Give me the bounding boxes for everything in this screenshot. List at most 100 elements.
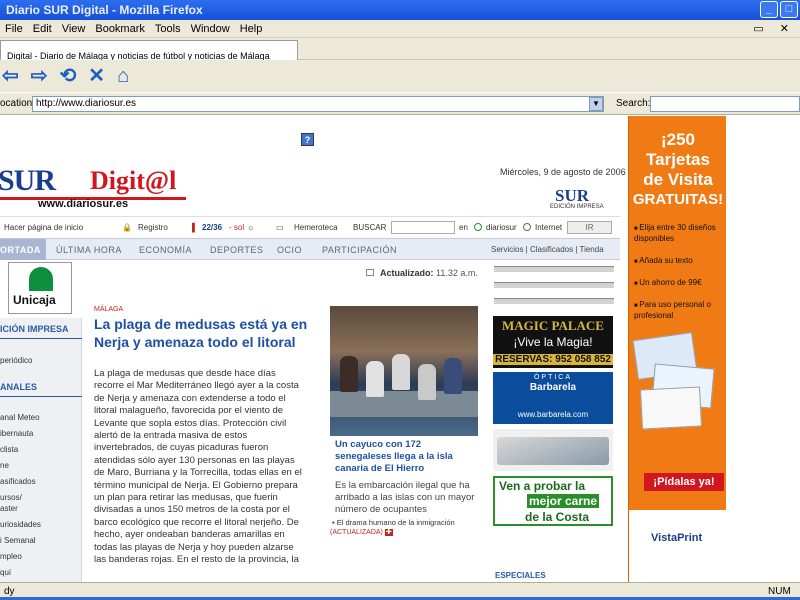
back-icon[interactable]: ⇦ bbox=[2, 66, 19, 86]
vistaprint-logo-area: VistaPrint bbox=[629, 510, 727, 582]
home-page-link[interactable]: Hacer página de inicio bbox=[4, 223, 83, 232]
services-links[interactable]: Servicios | Clasificados | Tienda bbox=[491, 245, 604, 254]
window-titlebar: Diario SUR Digital - Mozilla Firefox _ □ bbox=[0, 0, 800, 20]
registro-link[interactable]: Registro bbox=[138, 223, 168, 232]
sidebar-item[interactable]: ursos/ bbox=[0, 493, 22, 502]
page-content: ? SUR Digit@l www.diariosur.es Miércoles… bbox=[0, 116, 800, 582]
placeholder-bar bbox=[494, 298, 614, 304]
menu-view[interactable]: View bbox=[57, 23, 91, 35]
menu-file[interactable]: File bbox=[0, 23, 28, 35]
cayuco-photo[interactable] bbox=[330, 306, 478, 436]
person-shape bbox=[366, 361, 384, 397]
en-label: en bbox=[459, 223, 468, 232]
nav-participacion[interactable]: PARTICIPACIÓN bbox=[322, 245, 397, 255]
site-logo[interactable]: SUR Digit@l www.diariosur.es bbox=[0, 164, 200, 210]
carne-line3: de la Costa bbox=[525, 510, 590, 524]
weather-text: - sol bbox=[229, 223, 245, 232]
banner-line2: Tarjetas bbox=[646, 150, 710, 169]
desk-image bbox=[497, 437, 609, 465]
ad-placeholder-bars bbox=[494, 266, 614, 314]
article-section[interactable]: MÁLAGA bbox=[94, 306, 123, 313]
reload-icon[interactable]: ⟲ bbox=[60, 66, 77, 86]
diariosur-label: diariosur bbox=[486, 223, 517, 232]
barbarela-ad[interactable]: ÓPTICA Barbarela www.barbarela.com bbox=[493, 372, 613, 424]
forward-icon[interactable]: ⇨ bbox=[31, 66, 48, 86]
temperature: 22/36 bbox=[202, 223, 223, 232]
sidebar-item[interactable]: mpleo bbox=[0, 552, 22, 561]
sidebar-item[interactable]: ibernauta bbox=[0, 429, 33, 438]
location-label: ocation: bbox=[0, 98, 36, 109]
nav-ocio[interactable]: OCIO bbox=[277, 245, 302, 255]
sidebar-item[interactable]: anal Meteo bbox=[0, 413, 40, 422]
sidebar-item[interactable]: asificados bbox=[0, 477, 36, 486]
close-icon[interactable]: ✕ bbox=[775, 22, 794, 35]
updated-label: Actualizado: bbox=[380, 268, 434, 278]
site-search-input[interactable] bbox=[391, 221, 455, 234]
furniture-ad[interactable] bbox=[493, 429, 613, 471]
sidebar-item[interactable]: clista bbox=[0, 445, 18, 454]
magic-phone: RESERVAS: 952 058 852 bbox=[493, 354, 613, 365]
url-dropdown-icon[interactable]: ▼ bbox=[589, 97, 603, 111]
buscar-label: BUSCAR bbox=[353, 223, 387, 232]
second-headline[interactable]: Un cayuco con 172 senegaleses llega a la… bbox=[335, 439, 475, 475]
ir-button[interactable]: IR bbox=[567, 221, 612, 234]
restore-icon[interactable]: ▭ bbox=[748, 22, 768, 35]
menu-help[interactable]: Help bbox=[235, 23, 268, 35]
hemeroteca-link[interactable]: Hemeroteca bbox=[294, 223, 338, 232]
carne-ad[interactable]: Ven a probar la mejor carne de la Costa bbox=[493, 476, 613, 526]
related-link[interactable]: ▪ El drama humano de la inmigración bbox=[332, 518, 478, 527]
person-shape bbox=[444, 358, 462, 394]
sidebar-item[interactable]: i Semanal bbox=[0, 536, 36, 545]
vistaprint-banner[interactable]: ¡250 Tarjetas de Visita GRATUITAS! Elija… bbox=[628, 116, 727, 582]
menu-tools[interactable]: Tools bbox=[150, 23, 186, 35]
menu-bookmark[interactable]: Bookmark bbox=[90, 23, 150, 35]
magic-palace-ad[interactable]: MAGIC PALACE ¡Vive la Magia! RESERVAS: 9… bbox=[493, 316, 613, 368]
unicaja-ad[interactable]: Unicaja bbox=[8, 262, 72, 314]
article-headline[interactable]: La plaga de medusas está ya en Nerja y a… bbox=[94, 315, 314, 351]
nav-deportes[interactable]: DEPORTES bbox=[210, 245, 263, 255]
menu-window[interactable]: Window bbox=[186, 23, 235, 35]
banner-gratuitas: GRATUITAS! bbox=[632, 191, 724, 208]
banner-bullet: Elija entre 30 diseños disponibles bbox=[634, 223, 724, 244]
pidalas-button[interactable]: ¡Pídalas ya! bbox=[644, 473, 724, 491]
sur-print-logo[interactable]: SUR bbox=[555, 186, 589, 206]
nav-portada[interactable]: ORTADA bbox=[0, 239, 46, 260]
home-icon[interactable]: ⌂ bbox=[117, 66, 129, 86]
sidebar-item[interactable]: aster bbox=[0, 504, 18, 513]
placeholder-bar bbox=[494, 282, 614, 288]
sidebar-item[interactable]: ne bbox=[0, 461, 9, 470]
minimize-button[interactable]: _ bbox=[760, 1, 778, 18]
especiales-heading[interactable]: ESPECIALES bbox=[495, 571, 546, 580]
magic-title: MAGIC PALACE bbox=[502, 318, 604, 333]
nav-economia[interactable]: ECONOMÍA bbox=[139, 245, 192, 255]
search-input[interactable] bbox=[650, 96, 800, 112]
sidebar-item[interactable]: quí bbox=[0, 568, 11, 577]
updated-time: 11.32 a.m. bbox=[436, 268, 478, 278]
menu-bar: File Edit View Bookmark Tools Window Hel… bbox=[0, 20, 800, 38]
radio-diariosur[interactable] bbox=[474, 223, 482, 231]
banner-bullet: Un ahorro de 99€ bbox=[634, 278, 724, 289]
clock-icon bbox=[366, 269, 374, 276]
business-cards-image bbox=[632, 332, 723, 431]
maximize-button[interactable]: □ bbox=[780, 1, 798, 18]
sidebar-section-edicion: ICIÓN IMPRESA bbox=[0, 324, 82, 339]
url-input[interactable]: http://www.diariosur.es bbox=[32, 96, 604, 112]
menu-edit[interactable]: Edit bbox=[28, 23, 57, 35]
magic-slogan: ¡Vive la Magia! bbox=[513, 335, 593, 349]
window-title: Diario SUR Digital - Mozilla Firefox bbox=[6, 3, 203, 17]
banner-bullet: Añada su texto bbox=[634, 256, 724, 267]
edicion-impresa-label[interactable]: EDICIÓN IMPRESA bbox=[550, 204, 604, 210]
radio-internet[interactable] bbox=[523, 223, 531, 231]
flag-icon: ✚ bbox=[384, 529, 393, 536]
hemeroteca-icon: ▭ bbox=[276, 223, 284, 232]
browser-tab[interactable]: Digital - Diario de Málaga y noticias de… bbox=[0, 40, 298, 60]
barbarela-name: Barbarela bbox=[529, 382, 577, 393]
person-shape bbox=[340, 356, 358, 392]
plugin-icon[interactable]: ? bbox=[301, 133, 314, 146]
left-sidebar: ICIÓN IMPRESA periódico ANALES anal Mete… bbox=[0, 318, 82, 582]
actualizada-badge: (ACTUALIZADA) ✚ bbox=[330, 528, 393, 536]
stop-icon[interactable]: ✕ bbox=[88, 66, 105, 86]
nav-ultima-hora[interactable]: ÚLTIMA HORA bbox=[56, 245, 122, 255]
sidebar-item[interactable]: uriosidades bbox=[0, 520, 41, 529]
sidebar-item-periodico[interactable]: periódico bbox=[0, 356, 32, 365]
